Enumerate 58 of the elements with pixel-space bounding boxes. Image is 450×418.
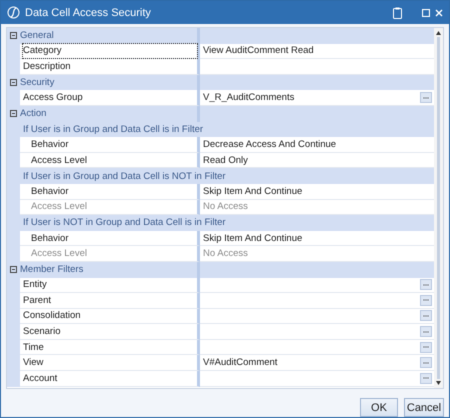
value-cell[interactable]: Read Only [200,152,434,168]
property-value[interactable]: V#AuditComment [203,357,278,368]
close-icon[interactable] [435,8,443,16]
property-value[interactable]: Skip Item And Continue [203,232,302,244]
scroll-up-icon[interactable] [436,31,441,35]
property-value[interactable]: Skip Item And Continue [203,186,302,197]
value-cell[interactable]: Skip Item And Continue [200,184,434,200]
ellipsis-icon [423,377,429,380]
collapse-icon[interactable] [10,110,17,118]
collapse-icon[interactable] [10,266,17,274]
group-label: If User is NOT in Group and Data Cell is in Filter [23,217,226,228]
value-cell[interactable]: V#AuditComment [200,355,434,372]
ellipsis-icon [423,362,429,364]
property-value[interactable]: View AuditComment Read [203,45,314,56]
ellipsis-button[interactable] [420,342,432,353]
value-cell[interactable] [200,340,434,356]
ellipsis-button[interactable] [420,372,432,384]
value-cell[interactable]: V_R_AuditComments [200,90,434,106]
clipboard-icon[interactable] [393,6,402,18]
window-title: Data Cell Access Security [25,6,152,18]
value-cell[interactable]: Skip Item And Continue [200,230,434,246]
section-header[interactable]: Security [20,77,54,88]
value-cell[interactable] [200,293,434,309]
scroll-down-icon[interactable] [436,381,441,385]
ellipsis-button[interactable] [420,310,432,322]
group-label: If User is in Group and Data Cell is in Filter [23,124,204,135]
scrollbar[interactable] [434,28,443,388]
logo-icon [7,6,20,19]
ellipsis-icon [423,330,429,333]
value-cell[interactable]: View AuditComment Read [200,44,434,60]
value-cell[interactable] [200,308,434,324]
value-cell[interactable] [200,59,434,75]
collapse-icon[interactable] [10,79,17,86]
ellipsis-icon [423,346,429,348]
ellipsis-icon [423,284,429,286]
value-cell[interactable]: Decrease Access And Continue [200,137,434,153]
value-cell[interactable] [200,324,434,340]
section-header[interactable]: General [20,30,54,42]
value-cell[interactable] [200,278,434,294]
value-cell[interactable] [200,371,434,387]
property-value[interactable]: Read Only [203,154,248,166]
ellipsis-icon [423,299,429,302]
ellipsis-button[interactable] [420,92,432,104]
ellipsis-button[interactable] [420,279,432,290]
property-value[interactable]: Decrease Access And Continue [203,138,336,150]
section-header[interactable]: Member Filters [20,264,84,276]
ok-button[interactable]: OK [360,398,398,417]
collapse-icon[interactable] [10,32,17,40]
ellipsis-button[interactable] [420,326,432,338]
ellipsis-button[interactable] [420,294,432,306]
group-label: If User is in Group and Data Cell is NOT in Filter [23,170,226,182]
maximize-icon[interactable] [422,8,430,16]
section-header[interactable]: Action [20,108,46,120]
ellipsis-button[interactable] [420,357,432,368]
cancel-button[interactable]: Cancel [404,398,444,417]
property-value[interactable]: V_R_AuditComments [203,92,294,104]
ellipsis-icon [423,96,429,99]
ellipsis-icon [423,314,429,317]
